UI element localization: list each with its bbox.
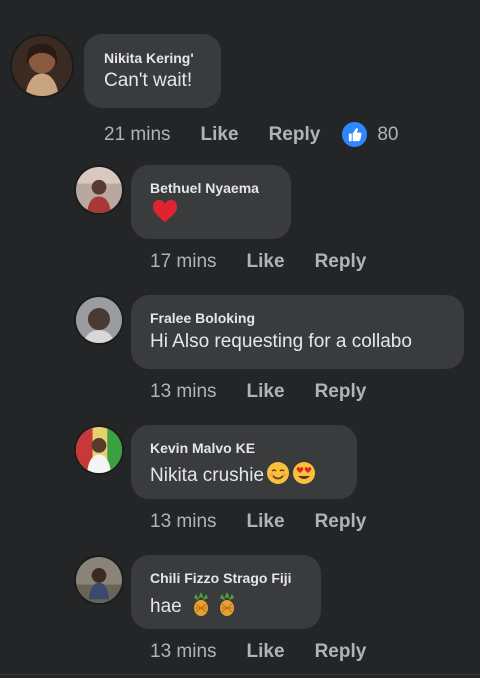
comment-actions: 13 mins Like Reply — [150, 381, 366, 403]
divider — [0, 674, 480, 675]
reply-button[interactable]: Reply — [315, 641, 367, 663]
reply-button[interactable]: Reply — [315, 251, 367, 273]
comment-timestamp[interactable]: 17 mins — [150, 251, 217, 273]
comment-text — [150, 199, 178, 230]
like-button[interactable]: Like — [201, 124, 239, 146]
comment-timestamp[interactable]: 21 mins — [104, 124, 171, 146]
reply-button[interactable]: Reply — [269, 124, 321, 146]
like-button[interactable]: Like — [247, 641, 285, 663]
comment-author[interactable]: Bethuel Nyaema — [150, 180, 259, 196]
comment-author[interactable]: Fralee Boloking — [150, 310, 255, 326]
comment-author[interactable]: Kevin Malvo KE — [150, 440, 255, 456]
comment-text: hae — [150, 591, 238, 623]
avatar[interactable] — [74, 165, 124, 215]
comment-text-body: Nikita crushie — [150, 465, 265, 486]
comment-author[interactable]: Nikita Kering' — [104, 50, 194, 66]
heart-eyes-emoji — [292, 461, 316, 491]
pineapple-emoji — [216, 591, 238, 623]
comment-actions: 21 mins Like Reply 80 — [104, 120, 398, 149]
comment-text: Can't wait! — [104, 70, 193, 91]
comment-actions: 17 mins Like Reply — [150, 251, 366, 273]
comment-text: Hi Also requesting for a collabo — [150, 331, 412, 352]
like-button[interactable]: Like — [247, 251, 285, 273]
like-button[interactable]: Like — [247, 381, 285, 403]
avatar[interactable] — [74, 555, 124, 605]
comment-text: Nikita crushie — [150, 461, 316, 491]
smiling-face-emoji — [266, 461, 290, 491]
comment-timestamp[interactable]: 13 mins — [150, 381, 217, 403]
comment-timestamp[interactable]: 13 mins — [150, 511, 217, 533]
reply-button[interactable]: Reply — [315, 511, 367, 533]
comment-actions: 13 mins Like Reply — [150, 511, 366, 533]
reply-button[interactable]: Reply — [315, 381, 367, 403]
thumbs-up-icon[interactable] — [340, 120, 370, 149]
comment-text-body: hae — [150, 596, 182, 617]
like-button[interactable]: Like — [247, 511, 285, 533]
avatar[interactable] — [74, 425, 124, 475]
avatar[interactable] — [74, 295, 124, 345]
red-heart-emoji — [152, 199, 178, 230]
reaction-count[interactable]: 80 — [377, 124, 398, 146]
comment-actions: 13 mins Like Reply — [150, 641, 366, 663]
avatar[interactable] — [10, 34, 74, 98]
comment-author[interactable]: Chili Fizzo Strago Fiji — [150, 570, 292, 586]
pineapple-emoji — [190, 591, 212, 623]
comment-timestamp[interactable]: 13 mins — [150, 641, 217, 663]
